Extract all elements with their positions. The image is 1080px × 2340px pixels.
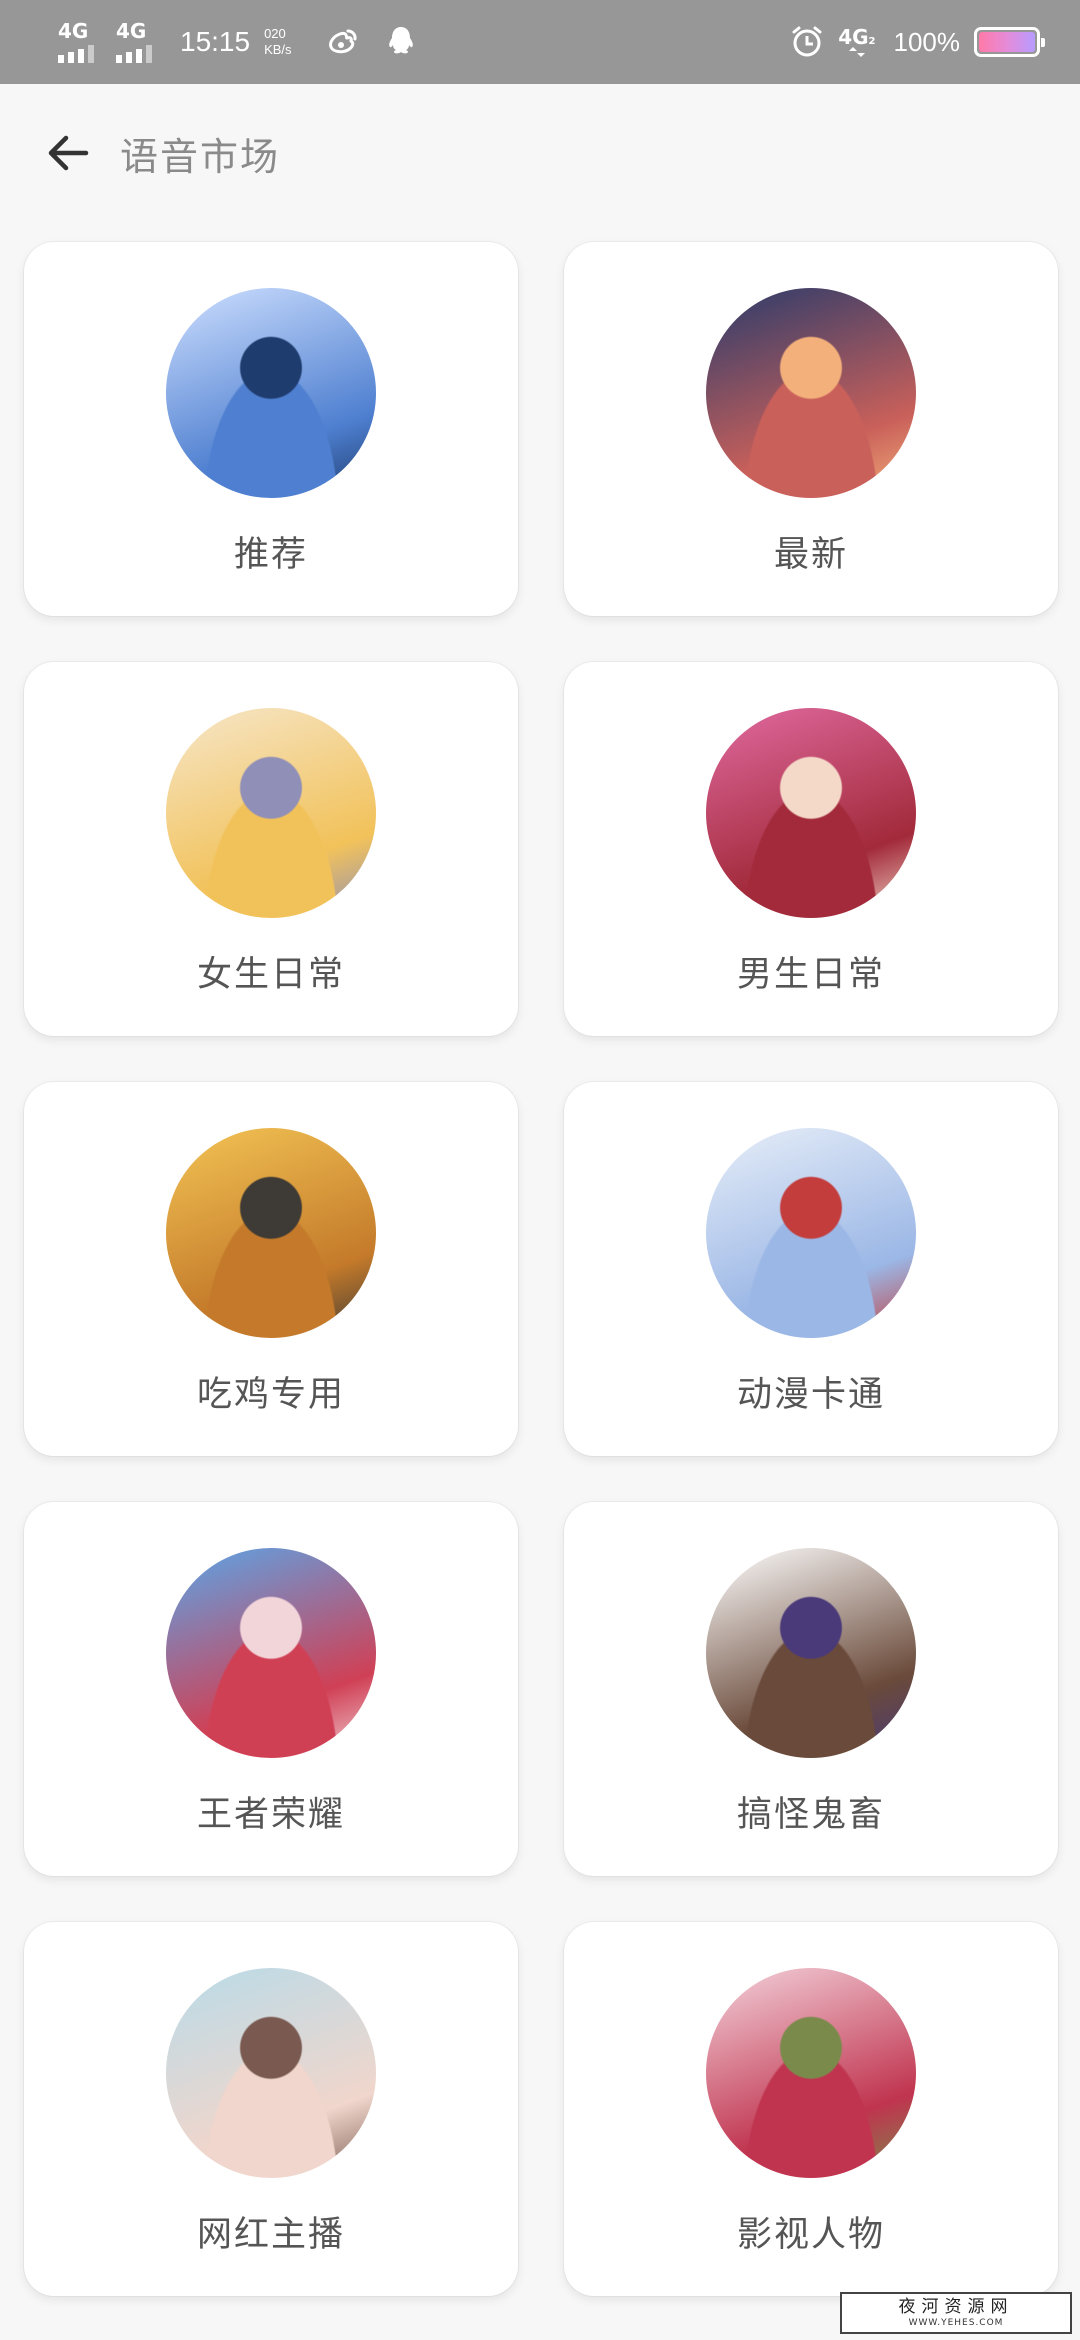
category-label: 最新 xyxy=(773,535,848,575)
category-avatar xyxy=(166,1968,376,2178)
category-avatar xyxy=(706,288,916,498)
weibo-icon xyxy=(326,25,360,59)
back-button[interactable] xyxy=(44,129,92,177)
category-avatar xyxy=(706,1968,916,2178)
category-card[interactable]: 推荐 xyxy=(24,242,518,616)
network-type-label: 4G xyxy=(58,19,89,43)
category-avatar xyxy=(166,288,376,498)
sim2-network-label: 4G xyxy=(838,25,869,49)
category-label: 王者荣耀 xyxy=(196,1795,345,1835)
app-bar: 语音市场 xyxy=(0,84,1080,222)
voice-category-grid: 推荐 最新女生日常 男生日常吃鸡专用 动漫卡通王者荣耀 搞怪鬼畜网红主播 影视人物 xyxy=(24,242,1058,2296)
battery-icon xyxy=(974,27,1045,57)
arrow-left-icon xyxy=(48,135,89,171)
category-label: 动漫卡通 xyxy=(736,1375,885,1415)
category-card[interactable]: 影视人物 xyxy=(564,1922,1058,2296)
signal-bars-icon xyxy=(116,45,152,63)
network-type-label: 4G xyxy=(116,19,147,43)
data-arrows-icon xyxy=(848,47,865,57)
watermark-logo: 夜河资源网 WWW.YEHES.COM xyxy=(840,2292,1072,2334)
network-speed-value: 020 xyxy=(264,26,286,41)
qq-icon xyxy=(384,25,418,59)
network-speed-unit: KB/s xyxy=(264,42,292,57)
category-card[interactable]: 网红主播 xyxy=(24,1922,518,2296)
category-card[interactable]: 搞怪鬼畜 xyxy=(564,1502,1058,1876)
category-label: 女生日常 xyxy=(196,955,345,995)
category-label: 影视人物 xyxy=(736,2215,885,2255)
category-card[interactable]: 吃鸡专用 xyxy=(24,1082,518,1456)
category-label: 推荐 xyxy=(233,535,308,575)
category-card[interactable]: 动漫卡通 xyxy=(564,1082,1058,1456)
status-bar-left: 4G 4G 15:15 020 KB/s xyxy=(58,0,442,84)
category-avatar xyxy=(166,708,376,918)
clock: 15:15 xyxy=(180,26,251,57)
category-label: 吃鸡专用 xyxy=(196,1375,345,1415)
status-bar: 4G 4G 15:15 020 KB/s 4G2 100% xyxy=(0,0,1080,84)
sim2-index: 2 xyxy=(868,36,876,47)
category-avatar xyxy=(166,1128,376,1338)
signal-bars-icon xyxy=(58,45,94,63)
status-bar-right: 4G2 100% xyxy=(790,0,1045,84)
page-title: 语音市场 xyxy=(120,134,281,179)
sim2-network: 4G2 xyxy=(838,25,876,57)
alarm-icon xyxy=(790,25,824,59)
category-card[interactable]: 男生日常 xyxy=(564,662,1058,1036)
category-avatar xyxy=(706,708,916,918)
category-label: 网红主播 xyxy=(196,2215,345,2255)
category-card[interactable]: 王者荣耀 xyxy=(24,1502,518,1876)
category-avatar xyxy=(706,1548,916,1758)
signal-sim1: 4G xyxy=(58,21,94,63)
category-label: 搞怪鬼畜 xyxy=(736,1795,885,1835)
category-label: 男生日常 xyxy=(736,955,885,995)
category-card[interactable]: 女生日常 xyxy=(24,662,518,1036)
battery-percent: 100% xyxy=(893,26,961,57)
network-speed: 020 KB/s xyxy=(264,26,291,58)
watermark-text: 夜河资源网 xyxy=(898,2297,1014,2317)
signal-sim2: 4G xyxy=(116,21,152,63)
category-avatar xyxy=(166,1548,376,1758)
watermark-url: WWW.YEHES.COM xyxy=(908,2318,1004,2328)
category-avatar xyxy=(706,1128,916,1338)
category-card[interactable]: 最新 xyxy=(564,242,1058,616)
